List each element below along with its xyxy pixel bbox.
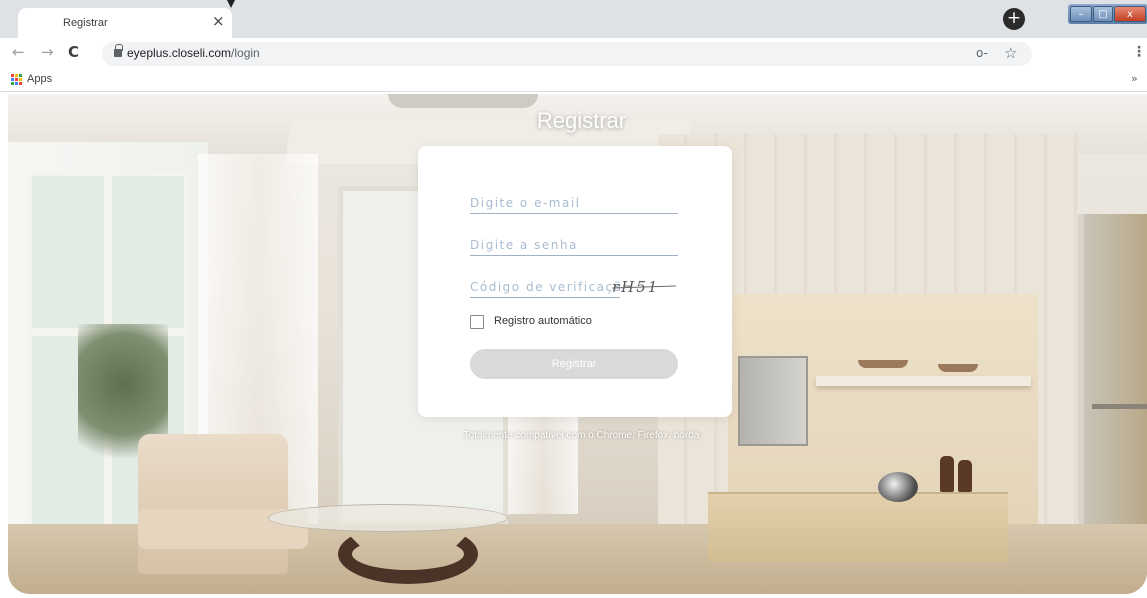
browser-tab-strip: Registrar × + – □ x [0, 0, 1147, 38]
url-host: eyeplus.closeli.com [127, 46, 232, 60]
lock-icon[interactable] [114, 44, 123, 57]
tab-close-icon[interactable]: × [212, 13, 225, 29]
verification-code-input[interactable] [470, 278, 620, 296]
decor-bowl [938, 364, 978, 372]
decor-vase [958, 460, 972, 492]
auto-register-checkbox[interactable] [470, 315, 484, 329]
email-field-wrap [470, 192, 678, 214]
browser-menu-icon[interactable]: ⋮ [1132, 44, 1146, 60]
address-bar[interactable]: eyeplus.closeli.com/login o- ☆ [102, 42, 1032, 66]
tv-cabinet [708, 492, 1008, 562]
register-button[interactable]: Registrar [470, 349, 678, 379]
tab-indicator-icon [227, 0, 235, 8]
decor-bowl [858, 360, 908, 368]
window-controls: – □ x [1068, 4, 1147, 24]
decor-sphere [878, 472, 918, 502]
browser-toolbar: ← → C eyeplus.closeli.com/login o- ☆ ⋮ [0, 38, 1147, 68]
back-arrow-icon[interactable]: ← [12, 44, 25, 60]
close-window-button[interactable]: x [1114, 6, 1146, 22]
coffee-table-base [338, 524, 478, 584]
register-card: rH51 Registro automático Registrar [418, 146, 732, 417]
auto-register-row[interactable]: Registro automático [470, 314, 670, 330]
minimize-button[interactable]: – [1070, 6, 1092, 22]
new-tab-button[interactable]: + [1003, 8, 1025, 30]
password-input[interactable] [470, 236, 678, 254]
decor-vase [940, 456, 954, 492]
apps-bookmark[interactable]: Apps [27, 73, 52, 85]
password-field-wrap [470, 234, 678, 256]
armchair [138, 434, 308, 574]
window-pane [28, 172, 108, 332]
window-pane [108, 172, 188, 332]
maximize-button[interactable]: □ [1093, 6, 1113, 22]
coffee-table-top [268, 504, 508, 532]
chandelier [388, 94, 538, 108]
email-input[interactable] [470, 194, 678, 212]
forward-arrow-icon[interactable]: → [41, 44, 54, 60]
wall-shelf [816, 376, 1031, 386]
browser-tab[interactable]: Registrar × [18, 8, 232, 38]
page-title: Registrar [536, 108, 627, 133]
auto-register-label[interactable]: Registro automático [494, 315, 592, 327]
captcha-image[interactable]: rH51 [610, 276, 680, 298]
more-bookmarks-icon[interactable]: » [1131, 72, 1138, 85]
door-handle [1092, 404, 1147, 409]
address-url[interactable]: eyeplus.closeli.com/login [127, 46, 260, 60]
reload-icon[interactable]: C [68, 44, 79, 60]
tab-title: Registrar [63, 17, 108, 29]
compatibility-note: Totalmente compatível com o Chrome, Fire… [463, 430, 700, 441]
page-heading-wrap: Registrar [0, 108, 1147, 134]
bookmarks-bar: Apps » [0, 68, 1147, 92]
verification-code-field-wrap [470, 276, 620, 298]
bookmark-star-icon[interactable]: ☆ [1004, 44, 1017, 62]
url-path: /login [231, 46, 260, 60]
key-icon[interactable]: o- [976, 46, 988, 60]
apps-grid-icon[interactable] [11, 74, 22, 85]
